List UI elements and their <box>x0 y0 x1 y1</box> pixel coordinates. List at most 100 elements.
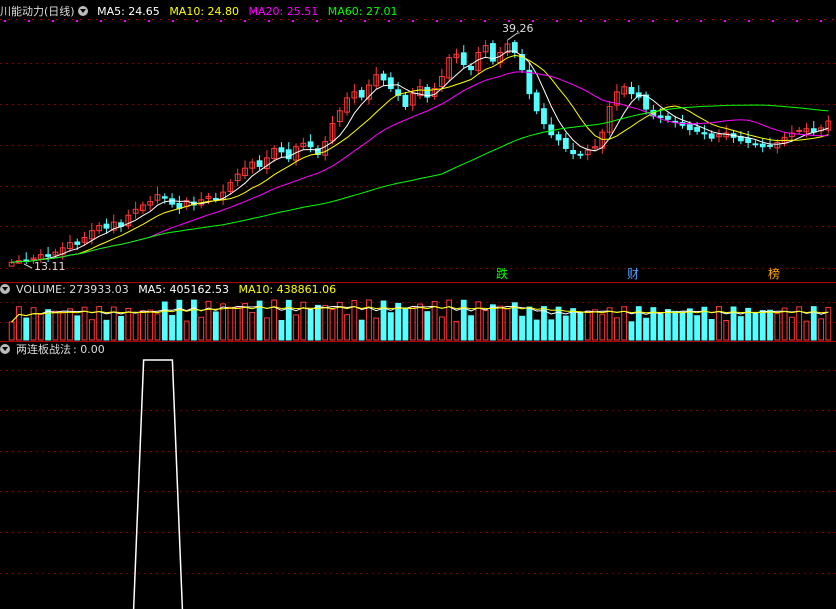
volume-bar <box>723 320 730 341</box>
ma5-label: MA5: 24.65 <box>97 5 160 18</box>
volume-bar <box>103 319 110 341</box>
volume-bar <box>759 310 766 341</box>
volume-bar <box>329 309 336 341</box>
signal-dot <box>244 20 246 22</box>
event-tag-finance[interactable]: 财 <box>627 267 639 281</box>
signal-dot <box>340 20 342 22</box>
volume-bar <box>613 317 620 341</box>
volume-bar <box>526 306 533 341</box>
signal-dot <box>556 20 558 22</box>
ma10-label: MA10: 24.80 <box>169 5 240 18</box>
volume-bar <box>701 306 708 341</box>
volume-bar <box>577 312 584 341</box>
volume-bar <box>212 311 219 341</box>
event-tag-drop[interactable]: 跌 <box>496 267 508 281</box>
candle-body <box>161 196 168 199</box>
ma60-label: MA60: 27.01 <box>327 5 398 18</box>
signal-dot <box>772 20 774 22</box>
volume-bar <box>263 317 270 341</box>
volume-bar <box>438 316 445 341</box>
volume-bar <box>293 314 299 341</box>
high-price-label: 39.26 <box>502 22 534 35</box>
candle-body <box>796 129 803 132</box>
security-title[interactable]: 川能动力(日线) <box>0 5 75 18</box>
volume-bar <box>679 311 686 341</box>
indicator-name[interactable]: 两连板战法 <box>16 343 71 356</box>
volume-bar <box>643 317 649 341</box>
volume-bar <box>490 304 496 341</box>
volume-bar <box>606 307 613 341</box>
volume-bar <box>570 308 577 341</box>
volume-bar <box>45 309 52 341</box>
signal-dot <box>820 20 822 22</box>
volume-bar <box>424 311 431 341</box>
signal-dot <box>220 20 222 22</box>
volume-bar <box>125 307 132 341</box>
volume-bar <box>147 309 154 341</box>
volume-bar <box>468 315 474 341</box>
candle-body <box>533 92 540 112</box>
signal-dot <box>388 20 390 22</box>
candle-body <box>285 149 292 160</box>
volume-bar <box>8 321 15 341</box>
signal-dot <box>484 20 486 22</box>
volume-bar <box>169 315 175 341</box>
signal-dot <box>628 20 630 22</box>
signal-dot <box>676 20 678 22</box>
candle-body <box>708 133 715 139</box>
volume-bar <box>562 315 569 341</box>
volume-bar <box>30 307 37 341</box>
volume-bar <box>781 307 788 341</box>
volume-bar <box>183 320 190 341</box>
volume-bar <box>745 307 752 341</box>
candle-body <box>694 127 701 132</box>
volume-ma5-label: MA5: 405162.53 <box>138 283 229 296</box>
volume-bar <box>205 300 212 341</box>
volume-bar <box>708 319 715 341</box>
price-panel-header: 川能动力(日线) MA5: 24.65 MA10: 24.80 MA20: 25… <box>0 4 403 20</box>
volume-bar <box>409 306 416 341</box>
dropdown-caret-icon[interactable] <box>77 6 88 16</box>
volume-bar <box>592 309 598 341</box>
dropdown-caret-icon[interactable] <box>0 284 10 294</box>
signal-dot <box>268 20 270 22</box>
volume-bar <box>366 299 372 341</box>
signal-dot <box>460 20 462 22</box>
candle-body <box>278 147 285 153</box>
candle-body <box>759 143 766 148</box>
event-tag-ranking[interactable]: 榜 <box>768 267 780 281</box>
volume-bar <box>380 300 387 341</box>
volume-bar <box>191 299 197 341</box>
volume-bar <box>285 299 292 341</box>
volume-bar <box>37 313 44 341</box>
volume-bar <box>16 306 22 341</box>
stock-chart <box>0 19 836 609</box>
volume-bar <box>460 299 467 341</box>
candle-body <box>701 132 708 135</box>
volume-bar <box>665 309 671 341</box>
signal-dot <box>100 20 102 22</box>
volume-bar <box>628 321 635 341</box>
volume-bar <box>344 314 350 341</box>
volume-panel-header: VOLUME: 273933.03 MA5: 405162.53 MA10: 4… <box>0 282 342 298</box>
volume-bar <box>307 309 314 341</box>
signal-dot <box>412 20 414 22</box>
signal-dot <box>172 20 174 22</box>
dropdown-caret-icon[interactable] <box>0 344 10 354</box>
signal-dot <box>724 20 726 22</box>
signal-dot <box>700 20 702 22</box>
signal-dot <box>580 20 582 22</box>
candle-body <box>686 124 693 131</box>
volume-bar <box>52 310 59 341</box>
volume-bar <box>176 299 183 341</box>
volume-bar <box>132 312 139 341</box>
volume-bar <box>67 308 73 341</box>
candle-body <box>358 90 365 98</box>
low-price-label: 13.11 <box>34 260 66 273</box>
volume-bar <box>788 316 795 341</box>
volume-bar <box>803 320 810 341</box>
indicator-panel-header: 两连板战法: 0.00 <box>0 342 111 358</box>
volume-bar <box>198 316 205 341</box>
volume-bar <box>271 299 278 341</box>
volume-bar <box>336 301 343 341</box>
